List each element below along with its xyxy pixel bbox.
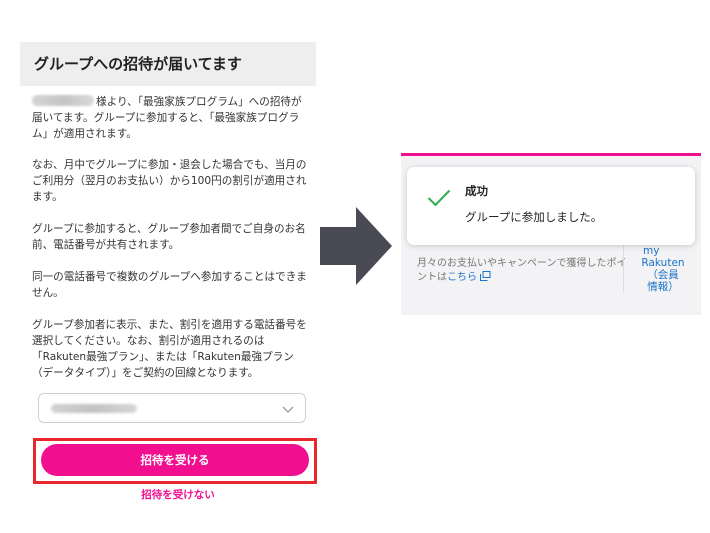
top-accent-bar <box>401 153 701 156</box>
vertical-divider <box>623 245 624 293</box>
points-link[interactable]: こちら <box>447 272 477 283</box>
invitation-panel: グループへの招待が届いてます 様より、「最強家族プログラム」への招待が届いてます… <box>20 42 317 512</box>
phone-number-select[interactable] <box>38 393 306 423</box>
right-arrow-icon <box>320 207 392 289</box>
success-toast: 成功 グループに参加しました。 <box>407 167 695 245</box>
toast-message: グループに参加しました。 <box>465 210 603 224</box>
decline-invitation-link[interactable]: 招待を受けない <box>20 487 336 502</box>
my-rakuten-line-2: Rakuten <box>641 257 685 269</box>
share-paragraph: グループに参加すると、グループ参加者間でご自身のお名前、電話番号が共有されます。 <box>32 223 306 251</box>
select-number-paragraph: グループ参加者に表示、また、割引を適用する電話番号を選択してください。なお、割引… <box>32 319 307 379</box>
restriction-paragraph: 同一の電話番号で複数のグループへ参加することはできません。 <box>32 271 307 299</box>
discount-paragraph: なお、月中でグループに参加・退会した場合でも、当月のご利用分（翌月のお支払い）か… <box>32 159 307 203</box>
intro-paragraph: 様より、「最強家族プログラム」への招待が届いてます。グループに参加すると、「最強… <box>32 94 308 142</box>
invitation-title: グループへの招待が届いてます <box>34 55 242 73</box>
accept-invitation-button[interactable]: 招待を受ける <box>41 444 309 476</box>
blurred-phone-number <box>51 404 137 413</box>
my-rakuten-line-4: 情報） <box>647 281 679 293</box>
blurred-inviter-name <box>32 95 94 106</box>
my-rakuten-link[interactable]: my Rakuten （会員 情報） <box>633 245 693 293</box>
my-rakuten-line-3: （会員 <box>647 269 679 281</box>
my-rakuten-line-1: my <box>643 245 660 257</box>
check-icon <box>427 189 451 211</box>
invitation-header: グループへの招待が届いてます <box>20 42 316 86</box>
toast-title: 成功 <box>465 184 488 198</box>
success-screen: 月々のお支払いやキャンペーンで獲得したポイントはこちら my Rakuten （… <box>401 153 701 315</box>
chevron-down-icon <box>281 401 295 420</box>
points-info: 月々のお支払いやキャンペーンで獲得したポイントはこちら <box>417 257 627 286</box>
external-link-icon <box>480 271 491 286</box>
